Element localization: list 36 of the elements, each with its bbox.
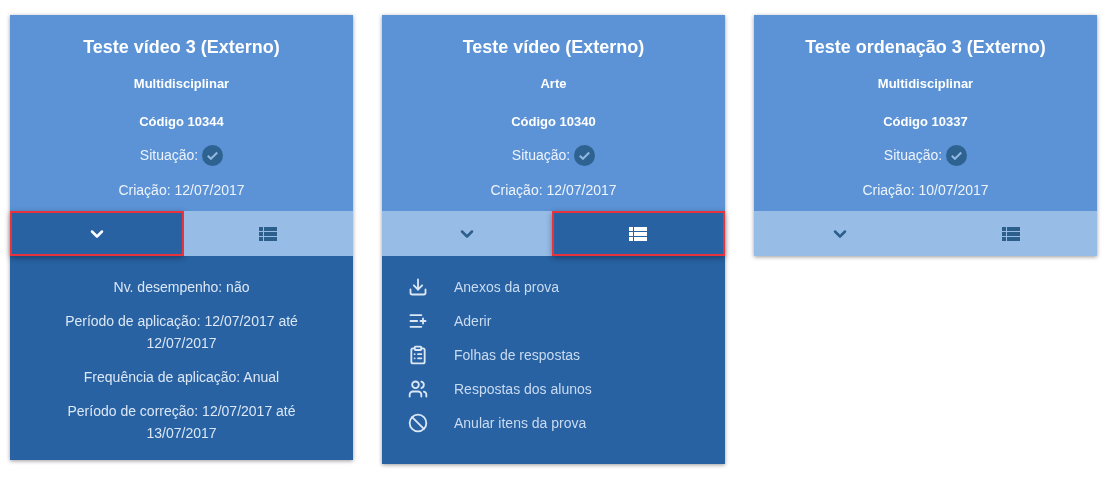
check-circle-icon bbox=[946, 145, 968, 166]
people-icon bbox=[408, 379, 428, 399]
card-title: Teste vídeo (Externo) bbox=[462, 36, 645, 58]
menu-tab[interactable] bbox=[551, 211, 725, 256]
status-label: Situação: bbox=[883, 146, 943, 165]
table-icon bbox=[629, 226, 648, 241]
detail-text: Período de correção: 12/07/2017 até 13/07/2017 bbox=[66, 402, 297, 443]
code-label: Código 10340 bbox=[511, 112, 596, 131]
list-add-icon bbox=[408, 311, 428, 331]
menu-item[interactable]: Anular itens da prova bbox=[382, 412, 725, 434]
menu-item[interactable]: Aderir bbox=[382, 310, 725, 332]
clipboard-icon bbox=[408, 345, 428, 365]
code-label: Código 10337 bbox=[883, 112, 968, 131]
card-title: Teste ordenação 3 (Externo) bbox=[805, 36, 1046, 58]
block-icon bbox=[408, 413, 428, 433]
subject-label: Multidisciplinar bbox=[877, 75, 974, 93]
card-title: Teste vídeo 3 (Externo) bbox=[83, 36, 280, 58]
detail-text: Frequência de aplicação: Anual bbox=[83, 368, 280, 387]
status-label: Situação: bbox=[511, 146, 571, 165]
menu-item[interactable]: Folhas de respostas bbox=[382, 344, 725, 366]
code-label: Código 10344 bbox=[139, 112, 224, 131]
subject-label: Multidisciplinar bbox=[133, 75, 230, 93]
detail-text: Período de aplicação: 12/07/2017 até 12/07/2017 bbox=[64, 312, 299, 353]
status-label: Situação: bbox=[139, 146, 199, 165]
menu-item[interactable]: Respostas dos alunos bbox=[382, 378, 725, 400]
menu-item[interactable]: Anexos da prova bbox=[382, 276, 725, 298]
subject-label: Arte bbox=[540, 75, 567, 93]
creation-date: Criação: 12/07/2017 bbox=[490, 181, 617, 200]
download-icon bbox=[408, 277, 428, 297]
table-icon bbox=[1002, 226, 1021, 241]
check-circle-icon bbox=[202, 145, 224, 166]
detail-text: Nv. desempenho: não bbox=[113, 278, 250, 297]
table-icon bbox=[259, 226, 278, 241]
check-circle-icon bbox=[574, 145, 596, 166]
creation-date: Criação: 10/07/2017 bbox=[862, 181, 989, 200]
creation-date: Criação: 12/07/2017 bbox=[118, 181, 245, 200]
